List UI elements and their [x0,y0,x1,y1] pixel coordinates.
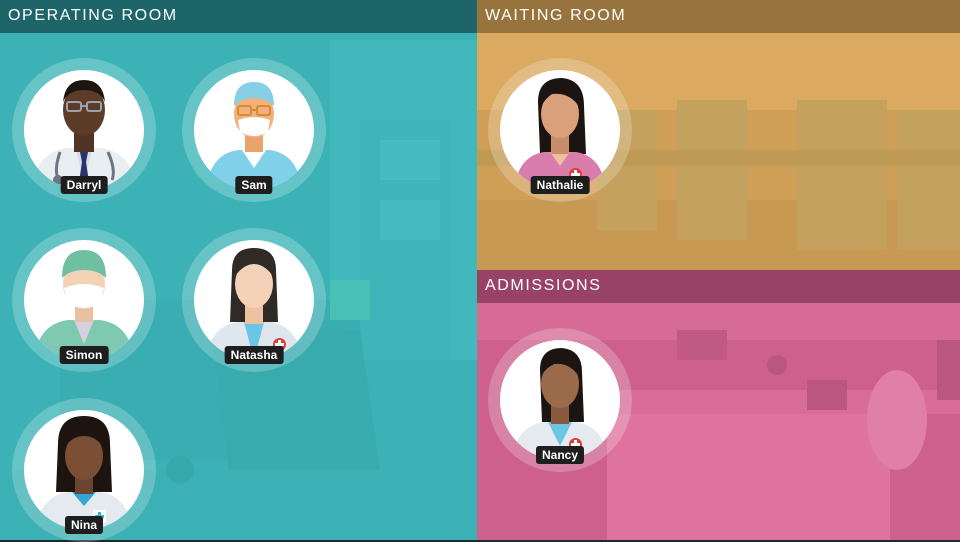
staff-name-label: Nancy [535,446,585,464]
avatar-portrait [194,70,314,190]
staff-name-label: Nathalie [530,176,590,194]
avatar-portrait [24,240,144,360]
operating-room-header: OPERATING ROOM [0,0,477,33]
surgeon-mask-icon [34,250,134,360]
waiting-room-title: WAITING ROOM [485,7,627,24]
staff-avatar-nathalie[interactable]: Nathalie [488,58,632,202]
nurse-icon [36,416,132,530]
doctor-woman-icon [206,248,302,360]
admissions-header: ADMISSIONS [477,270,960,303]
operating-room-title: OPERATING ROOM [8,7,178,24]
staff-name-label: Simon [59,346,109,364]
avatar-portrait [24,410,144,530]
staff-name-label: Sam [235,176,273,194]
doctor-man-icon [32,80,136,190]
admissions-title: ADMISSIONS [485,277,602,294]
staff-avatar-nina[interactable]: Nina [12,398,156,542]
staff-avatar-sam[interactable]: Sam [182,58,326,202]
staff-avatar-natasha[interactable]: Natasha [182,228,326,372]
staff-name-label: Darryl [60,176,108,194]
nurse-woman-icon [514,78,606,190]
staff-name-label: Nina [64,516,104,534]
avatar-portrait [500,340,620,460]
doctor-woman-icon [512,348,608,460]
staff-avatar-darryl[interactable]: Darryl [12,58,156,202]
avatar-portrait [24,70,144,190]
staff-name-label: Natasha [224,346,284,364]
staff-avatar-simon[interactable]: Simon [12,228,156,372]
avatar-portrait [500,70,620,190]
waiting-room-header: WAITING ROOM [477,0,960,33]
avatar-portrait [194,240,314,360]
staff-avatar-nancy[interactable]: Nancy [488,328,632,472]
surgeon-icon [206,82,302,190]
